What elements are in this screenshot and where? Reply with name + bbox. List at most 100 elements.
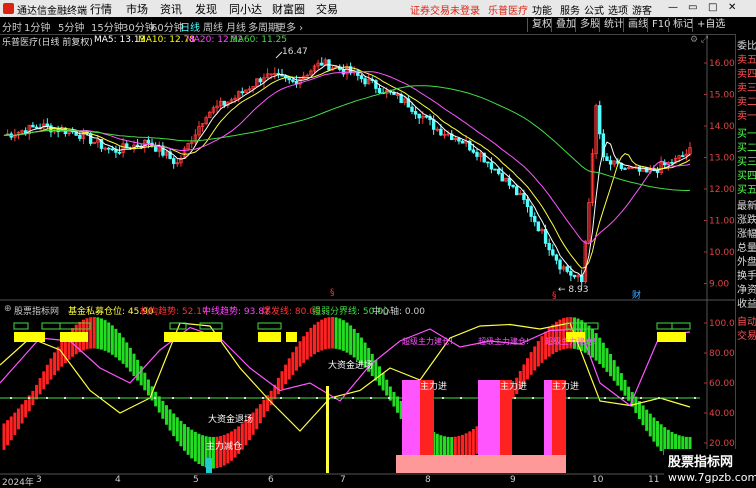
signal-frame xyxy=(656,322,673,330)
indicator-name: 股票指标网 xyxy=(14,307,60,317)
trend-bar xyxy=(392,391,396,407)
candle xyxy=(460,140,465,144)
strength-dot xyxy=(334,397,336,399)
indicator-toggle-icon[interactable]: ⊕ xyxy=(4,304,12,314)
trend-bar xyxy=(352,328,356,358)
ind-tick-label: 100.00 xyxy=(709,319,735,329)
trend-bar xyxy=(526,358,530,380)
trend-bar xyxy=(9,416,13,441)
strength-dot xyxy=(658,397,660,399)
strength-dot xyxy=(460,397,462,399)
trend-bar xyxy=(471,429,475,458)
candle xyxy=(258,78,263,83)
trend-bar xyxy=(96,317,100,349)
candle xyxy=(78,134,82,139)
candle xyxy=(431,119,436,130)
price-tick-label: 13.00 xyxy=(709,154,735,164)
candle xyxy=(598,105,602,135)
candle xyxy=(522,192,526,200)
candle xyxy=(493,168,497,171)
candle xyxy=(107,147,111,150)
price-tick-label: 12.00 xyxy=(709,185,735,195)
signal-frame xyxy=(257,322,282,330)
exit-column xyxy=(206,458,212,473)
side-eps: 收益 xyxy=(737,299,756,310)
price-tick-label: 9.00 xyxy=(709,280,729,290)
trend-bar xyxy=(262,399,266,418)
trend-bar xyxy=(612,360,616,381)
trend-bar xyxy=(381,372,385,391)
side-trade[interactable]: 交易 xyxy=(737,327,756,342)
trend-bar xyxy=(659,424,663,451)
candle xyxy=(424,115,429,118)
trend-bar xyxy=(349,325,353,355)
trend-bar xyxy=(6,420,10,446)
candle xyxy=(551,249,555,256)
candle xyxy=(417,113,421,119)
trend-bar xyxy=(92,317,96,349)
side-buy1: 买一 xyxy=(737,129,756,140)
trend-bar xyxy=(118,332,122,361)
trend-bar xyxy=(38,378,42,395)
date-label: 11 xyxy=(648,475,660,485)
trend-bar xyxy=(605,348,609,372)
strength-dot xyxy=(244,397,246,399)
trend-bar xyxy=(323,318,327,350)
candle xyxy=(554,254,559,261)
side-buy2: 买二 xyxy=(737,143,756,154)
strength-dot xyxy=(352,397,354,399)
trend-bar xyxy=(128,347,132,372)
side-auto[interactable]: 自动 xyxy=(737,313,756,328)
stock-label: 乐普医疗(日线 前复权) xyxy=(2,38,93,48)
trend-bar xyxy=(601,342,605,368)
signal-block xyxy=(657,332,686,342)
trend-bar xyxy=(316,321,320,353)
price-tick-label: 11.00 xyxy=(709,217,735,227)
trend-bar xyxy=(540,336,544,363)
trend-bar xyxy=(331,317,335,349)
chart-canvas[interactable]: 16.00 15.00 14.00 13.00 12.00 11.00 10.00 9.00 1… xyxy=(0,0,735,487)
trend-bar xyxy=(623,379,627,396)
ann-build: 超级主力建仓! xyxy=(545,336,596,346)
candle xyxy=(153,145,158,152)
trend-bar xyxy=(16,408,20,430)
candle xyxy=(533,215,537,223)
candle xyxy=(363,78,367,85)
candle xyxy=(240,91,244,94)
trend-bar xyxy=(164,405,168,425)
candle xyxy=(507,177,512,186)
candle xyxy=(681,155,685,158)
trend-bar xyxy=(359,337,363,364)
chart-settings-icon[interactable]: ⚙ ⤢ xyxy=(690,35,708,45)
ann-main-in: 主力进 xyxy=(552,380,579,392)
candle xyxy=(655,170,660,173)
candle xyxy=(547,242,551,251)
candle xyxy=(146,139,151,144)
date-label: 6 xyxy=(268,475,274,485)
side-sell4: 卖四 xyxy=(737,69,756,80)
trend-bar xyxy=(179,420,183,447)
trend-bar xyxy=(24,399,28,418)
candle xyxy=(413,111,418,115)
trend-bar xyxy=(280,371,284,390)
candle xyxy=(341,69,346,75)
trend-bar xyxy=(99,318,103,350)
quote-sidebar: 委比 卖五 卖四 卖三 卖二 卖一 买一 买二 买三 买四 买五 最新 涨跌 涨… xyxy=(735,34,756,454)
signal-block xyxy=(14,332,45,342)
trend-bar xyxy=(627,386,631,401)
side-buy4: 买四 xyxy=(737,171,756,182)
candle xyxy=(320,62,324,66)
trend-bar xyxy=(341,320,345,351)
trend-bar xyxy=(103,320,107,351)
candle xyxy=(359,75,364,80)
date-label: 9 xyxy=(510,475,516,485)
trend-bar xyxy=(125,342,129,368)
trend-bar xyxy=(645,409,649,431)
strength-dot xyxy=(118,397,120,399)
finance-marker: 财 xyxy=(632,289,641,301)
price-tick-label: 15.00 xyxy=(709,91,735,101)
strength-dot xyxy=(388,397,390,399)
candle xyxy=(500,173,504,182)
ind-midline-trend: 中线趋势: 93.87 xyxy=(202,307,270,317)
trend-bar xyxy=(2,423,6,450)
